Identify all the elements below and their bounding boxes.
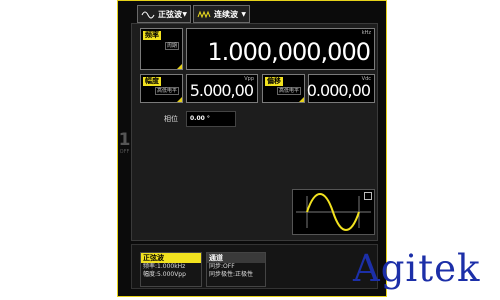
channel-summary-tab[interactable]: 通道 同步:OFF 同步极性:正极性 [206, 252, 266, 287]
channel-summary-title: 通道 [207, 253, 265, 263]
frequency-unit: kHz [361, 30, 371, 36]
expand-icon[interactable] [364, 192, 372, 200]
waveform-summary-tab[interactable]: 正弦波 频率:1.000kHz 幅度:5.000Vpp [140, 252, 202, 287]
amplitude-tag: 幅度 [143, 77, 161, 86]
amplitude-value: 5.000,00 [189, 81, 254, 100]
frequency-selector[interactable]: 频率 周期 [140, 28, 183, 70]
generator-panel: 正弦波 ▼ 连续波 ▼ 1 OFF 频率 周期 kHz 1.000,000,00… [117, 0, 387, 297]
period-tag[interactable]: 周期 [164, 42, 179, 50]
continuous-wave-icon [197, 10, 211, 18]
chevron-down-icon: ▼ [182, 10, 187, 18]
sine-icon [141, 11, 155, 18]
amplitude-field[interactable]: Vpp 5.000,00 [186, 74, 258, 103]
phase-field[interactable]: 0.00 ° [186, 111, 236, 127]
offset-selector[interactable]: 偏移 高低电平 [262, 74, 305, 103]
offset-field[interactable]: Vdc 0.000,00 [306, 74, 375, 103]
high-low-level-tag[interactable]: 高低电平 [154, 87, 179, 95]
corner-marker [177, 64, 182, 69]
offset-value: 0.000,00 [306, 81, 371, 100]
channel-state: OFF [119, 149, 130, 155]
phase-label: 相位 [164, 115, 178, 123]
watermark-logo: Agitek [353, 247, 481, 290]
summary-line: 同步:OFF [209, 263, 235, 270]
summary-line: 同步极性:正极性 [209, 271, 254, 278]
offset-tag: 偏移 [265, 77, 283, 86]
chevron-down-icon: ▼ [241, 10, 246, 18]
channel-indicator: 1 OFF [118, 131, 131, 155]
summary-line: 幅度:5.000Vpp [143, 271, 186, 278]
waveform-preview[interactable] [292, 189, 375, 235]
channel-number: 1 [118, 130, 131, 150]
amplitude-selector[interactable]: 幅度 高低电平 [140, 74, 183, 103]
waveform-label: 正弦波 [158, 9, 182, 19]
frequency-value: 1.000,000,000 [207, 38, 371, 66]
waveform-summary-title: 正弦波 [141, 253, 201, 263]
phase-value: 0.00 ° [190, 115, 210, 122]
mode-button[interactable]: 连续波 ▼ [193, 5, 250, 23]
frequency-tag: 频率 [143, 31, 161, 40]
high-low-level-tag[interactable]: 高低电平 [276, 87, 301, 95]
status-bar: 正弦波 频率:1.000kHz 幅度:5.000Vpp 通道 同步:OFF 同步… [131, 244, 378, 289]
waveform-button[interactable]: 正弦波 ▼ [137, 5, 191, 23]
frequency-field[interactable]: kHz 1.000,000,000 [186, 28, 375, 70]
parameter-area: 频率 周期 kHz 1.000,000,000 幅度 高低电平 Vpp 5.00… [131, 23, 378, 241]
corner-marker [299, 97, 304, 102]
mode-label: 连续波 [214, 9, 238, 19]
corner-marker [177, 97, 182, 102]
summary-line: 频率:1.000kHz [143, 263, 186, 270]
